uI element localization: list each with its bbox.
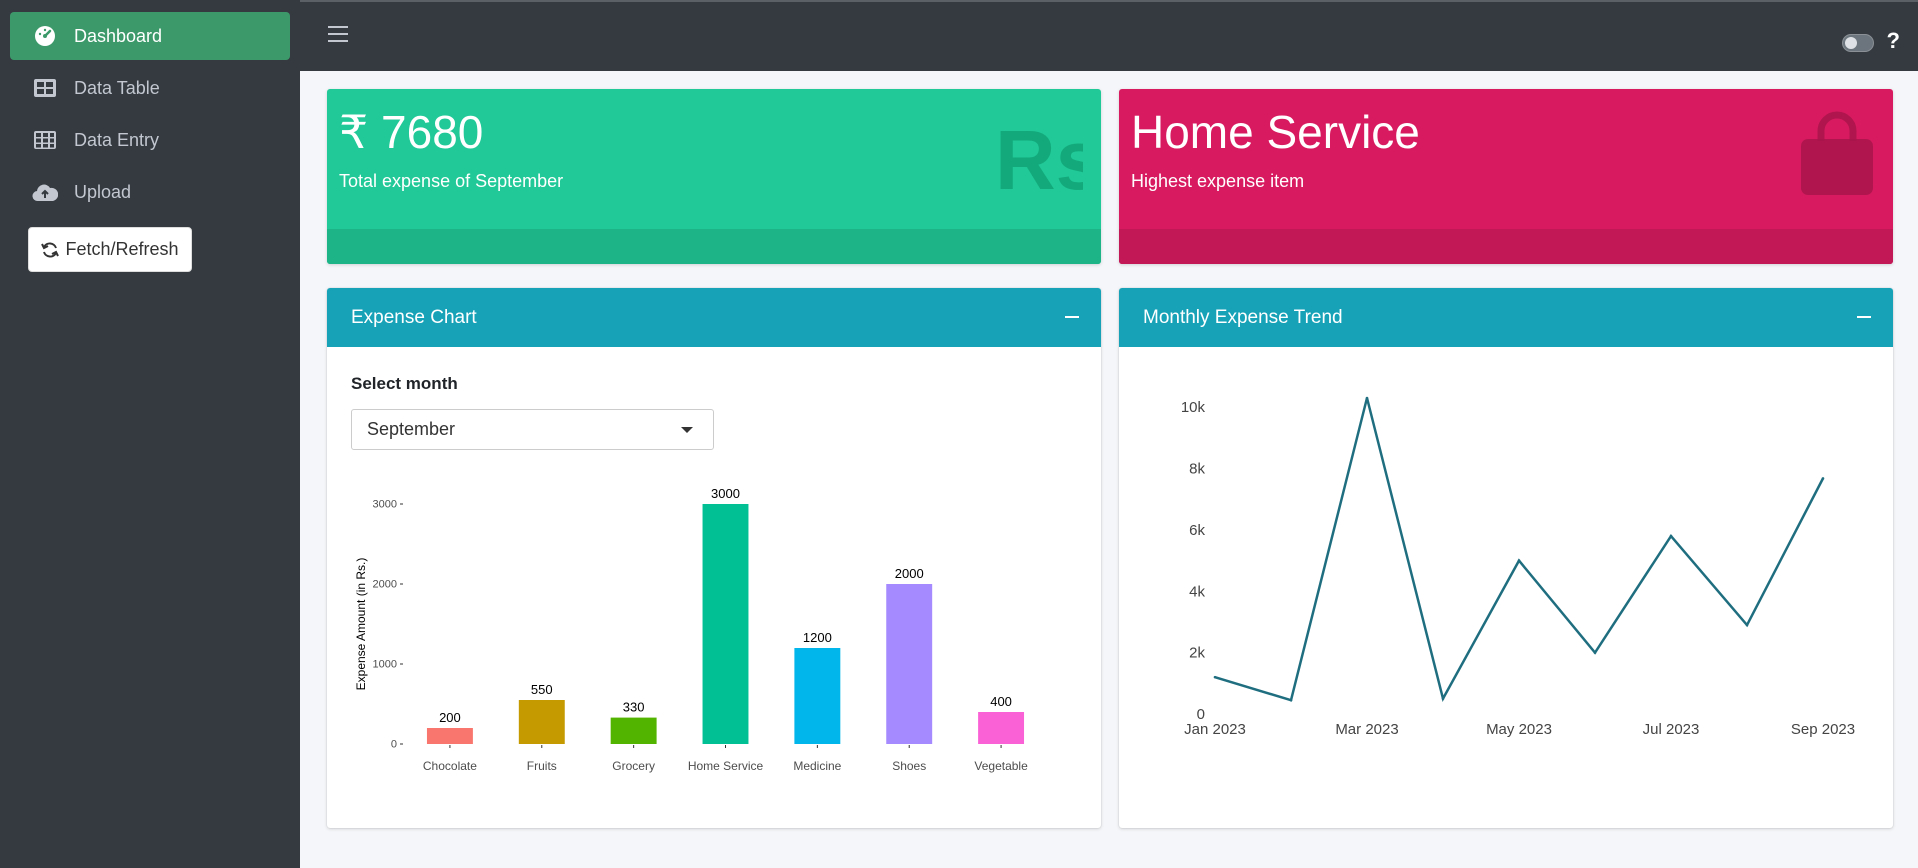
x-tick-label: Jul 2023 <box>1643 721 1700 738</box>
total-expense-box: ₹ 7680 Total expense of September Rs <box>327 89 1101 264</box>
y-tick-label: 3000 <box>373 499 397 511</box>
top-navbar: ? <box>300 0 1918 71</box>
cloud-upload-icon <box>32 181 58 203</box>
monthly-trend-card: Monthly Expense Trend 0 2k 4k 6k 8k 10k Jan 20… <box>1119 288 1893 828</box>
bar-data-label: 3000 <box>711 486 740 501</box>
bar-data-label: 330 <box>623 700 645 715</box>
data-point <box>1365 396 1369 400</box>
y-tick-label: 0 <box>391 739 397 751</box>
y-tick-label: 2k <box>1189 645 1205 662</box>
x-tick-label: Medicine <box>793 759 841 773</box>
select-month-label: Select month <box>351 374 458 393</box>
help-icon[interactable]: ? <box>1887 28 1900 54</box>
monthly-trend-header: Monthly Expense Trend <box>1119 288 1893 347</box>
bar-data-label: 200 <box>439 710 461 725</box>
fetch-refresh-button[interactable]: Fetch/Refresh <box>28 227 192 272</box>
expense-chart-card: Expense Chart Select month September 0 10… <box>327 288 1101 828</box>
data-point <box>1593 651 1597 654</box>
bar <box>702 504 749 744</box>
bar <box>886 584 933 744</box>
y-tick-label: 4k <box>1189 583 1205 600</box>
total-expense-value: ₹ 7680 <box>339 106 484 158</box>
highest-expense-label: Highest expense item <box>1131 171 1305 191</box>
sidebar-item-dashboard[interactable]: Dashboard <box>10 12 290 60</box>
total-expense-footer <box>327 229 1101 264</box>
data-point <box>1517 559 1521 562</box>
data-point <box>1213 675 1217 679</box>
card-title: Expense Chart <box>351 306 477 328</box>
card-title: Monthly Expense Trend <box>1143 306 1343 328</box>
data-point <box>1745 623 1749 627</box>
sidebar-item-label: Dashboard <box>74 25 163 46</box>
x-tick-label: Fruits <box>527 759 557 773</box>
month-select[interactable]: September <box>351 409 714 450</box>
grid-icon <box>32 129 58 151</box>
collapse-button[interactable] <box>1065 316 1079 318</box>
shopping-bag-icon <box>1799 111 1875 202</box>
collapse-button[interactable] <box>1857 316 1871 318</box>
sidebar-item-data-entry[interactable]: Data Entry <box>10 116 290 164</box>
y-tick-label: 1000 <box>373 659 397 671</box>
y-tick-label: 8k <box>1189 461 1205 478</box>
highest-expense-footer <box>1119 229 1893 264</box>
rupee-icon: Rs <box>993 111 1101 207</box>
caret-down-icon <box>681 427 693 433</box>
x-tick-label: Sep 2023 <box>1791 721 1855 738</box>
tachometer-icon <box>32 25 58 47</box>
x-tick-label: Chocolate <box>423 759 477 773</box>
table-icon <box>32 77 58 99</box>
sidebar-item-label: Data Table <box>74 77 160 98</box>
trend-line <box>1214 397 1825 703</box>
data-point <box>1669 534 1673 538</box>
expense-bar-chart: 0 1000 2000 3000 Expense Amount (in Rs.) 200 C… <box>354 486 1028 773</box>
svg-text:Rs: Rs <box>995 113 1083 201</box>
dark-mode-toggle[interactable] <box>1842 34 1874 52</box>
bar-data-label: 1200 <box>803 630 832 645</box>
sidebar-item-upload[interactable]: Upload <box>10 168 290 216</box>
expense-chart-header: Expense Chart <box>327 288 1101 347</box>
bar-data-label: 400 <box>990 694 1012 709</box>
highest-expense-value: Home Service <box>1131 106 1420 158</box>
x-tick-label: Mar 2023 <box>1335 721 1398 738</box>
y-tick-label: 6k <box>1189 522 1205 539</box>
y-tick-label: 10k <box>1181 399 1206 416</box>
hamburger-menu-icon[interactable] <box>328 26 348 44</box>
bar <box>426 728 473 744</box>
bar <box>794 648 841 744</box>
sidebar-item-label: Data Entry <box>74 129 160 150</box>
x-tick-label: Shoes <box>892 759 926 773</box>
bar <box>610 717 657 744</box>
fetch-refresh-label: Fetch/Refresh <box>65 239 179 259</box>
monthly-trend-line-chart: 02k4k6k8k10kJan 2023 Mar 2023 May 2023 Jul … <box>1181 396 1855 738</box>
highest-expense-box: Home Service Highest expense item <box>1119 89 1893 264</box>
sidebar-item-label: Upload <box>74 181 132 202</box>
x-tick-label: Home Service <box>688 759 764 773</box>
x-tick-label: Grocery <box>612 759 655 773</box>
y-axis-label: Expense Amount (in Rs.) <box>354 558 368 691</box>
x-tick-label: Vegetable <box>974 759 1028 773</box>
refresh-icon <box>41 241 60 259</box>
y-tick-label: 2000 <box>373 579 397 591</box>
data-point <box>1441 697 1445 700</box>
bar <box>978 712 1025 744</box>
bar-data-label: 550 <box>531 682 553 697</box>
data-point <box>1821 477 1825 480</box>
bar <box>518 700 565 744</box>
sidebar-item-data-table[interactable]: Data Table <box>10 64 290 112</box>
total-expense-label: Total expense of September <box>339 171 564 191</box>
data-point <box>1289 698 1293 702</box>
x-tick-label: Jan 2023 <box>1184 721 1246 738</box>
sidebar: Dashboard Data Table Data Entry Upload F… <box>0 0 300 868</box>
selected-month: September <box>367 419 456 439</box>
bar-data-label: 2000 <box>895 566 924 581</box>
x-tick-label: May 2023 <box>1486 721 1552 738</box>
